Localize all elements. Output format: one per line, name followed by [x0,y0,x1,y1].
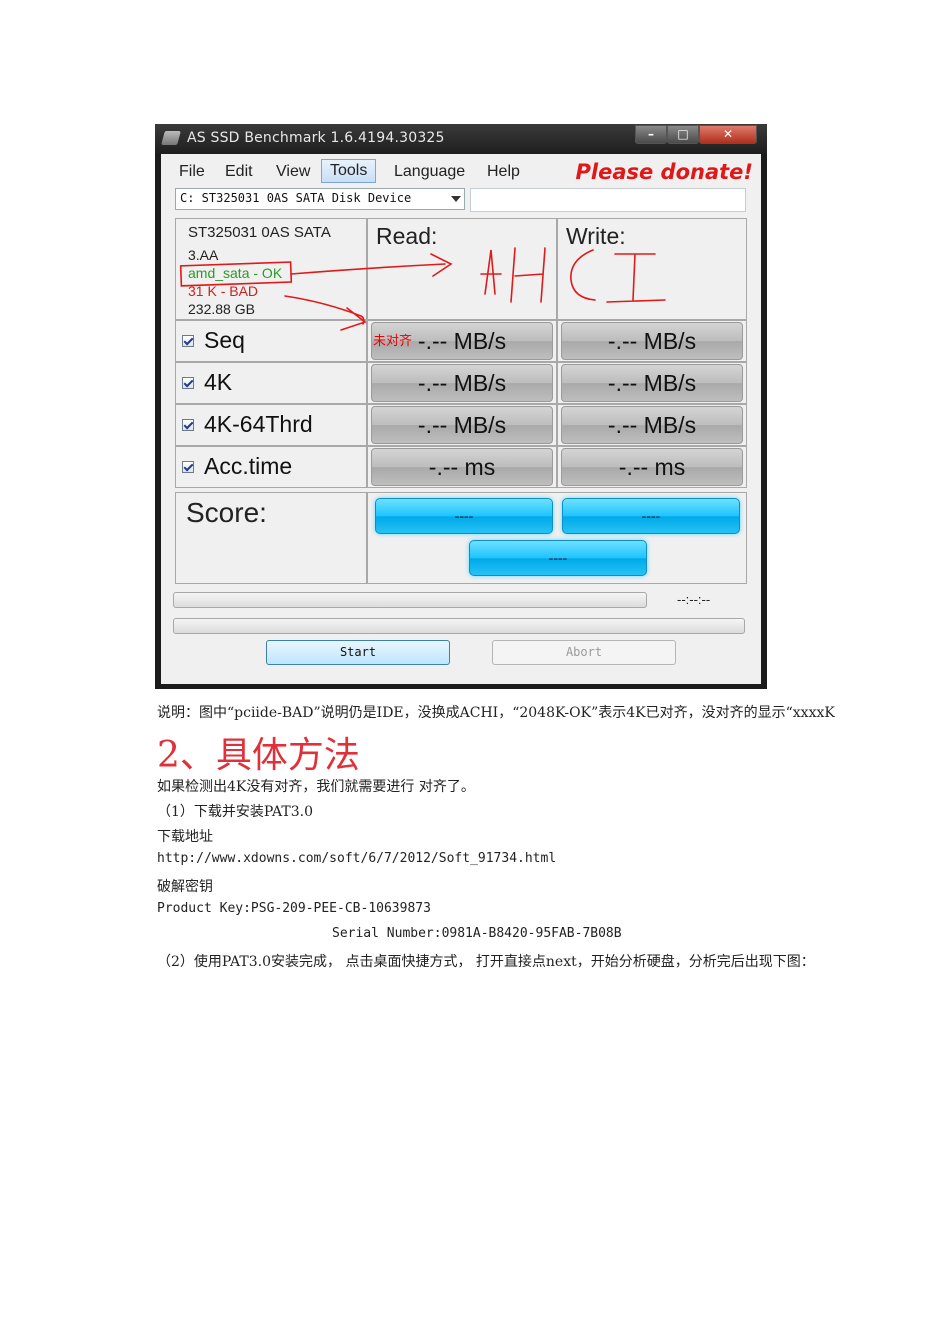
drive-select[interactable]: C: ST325031 0AS SATA Disk Device [175,188,465,210]
4k64-write-value: -.-- MB/s [561,406,743,444]
maximize-icon: □ [677,127,689,141]
arrow-head-2 [340,307,367,331]
score-write: ---- [562,498,740,534]
4k-checkbox[interactable] [182,377,194,389]
menu-language[interactable]: Language [386,161,473,183]
serial-number: Serial Number:0981A-B8420-95FAB-7B08B [332,926,622,941]
arrow-line-1 [290,263,446,275]
progress-bar-1 [173,592,647,608]
step-1: （1）下载并安装PAT3.0 [157,804,313,820]
letter-c [570,249,596,301]
step-2: （2）使用PAT3.0安装完成， 点击桌面快捷方式， 打开直接点next，开始分… [157,954,815,970]
row-acctime: Acc.time [175,446,367,488]
caption: 说明：图中“pciide-BAD”说明仍是IDE，没换成ACHI，“2048K-… [157,705,835,721]
abort-button[interactable]: Abort [492,640,676,665]
results-grid: ST325031 0AS SATA 3.AA amd_sata - OK 31 … [173,218,747,634]
acctime-read-value: -.-- ms [371,448,553,486]
row-4k64: 4K-64Thrd [175,404,367,446]
4k64-checkbox[interactable] [182,419,194,431]
minimize-button[interactable]: – [635,125,667,144]
app-icon [161,131,181,145]
menu-view[interactable]: View [268,161,318,183]
maximize-button[interactable]: □ [667,125,699,144]
download-label: 下载地址 [157,829,213,845]
4k-label: 4K [204,369,233,395]
download-link[interactable]: http://www.xdowns.com/soft/6/7/2012/Soft… [157,851,556,866]
window-title: AS SSD Benchmark 1.6.4194.30325 [187,130,445,146]
acctime-write-value: -.-- ms [561,448,743,486]
menu-file[interactable]: File [171,161,213,183]
score-label: Score: [186,497,267,528]
donate-link[interactable]: Please donate! [576,160,754,184]
menu-edit[interactable]: Edit [217,161,261,183]
row-4k: 4K [175,362,367,404]
close-button[interactable]: ✕ [699,125,757,144]
title-bar[interactable]: AS SSD Benchmark 1.6.4194.30325 – □ ✕ [155,124,767,154]
driver-circle [179,261,293,287]
4k-read-value: -.-- MB/s [371,364,553,402]
as-ssd-window: AS SSD Benchmark 1.6.4194.30325 – □ ✕ Fi… [155,124,767,689]
letter-a [480,249,502,295]
minimize-icon: – [648,127,654,141]
section-heading: 2、具体方法 [157,735,360,776]
menu-help[interactable]: Help [479,161,528,183]
arrow-line-2 [284,295,365,325]
handwritten-annotation [179,247,666,331]
product-key: Product Key:PSG-209-PEE-CB-10639873 [157,901,431,916]
crack-key-label: 破解密钥 [157,879,213,895]
window-client: File Edit View Tools Language Help Pleas… [161,154,761,684]
paragraph-1: 如果检测出4K没有对齐，我们就需要进行 对齐了。 [157,779,475,795]
letter-h [510,247,546,303]
secondary-field[interactable] [470,188,746,212]
start-button[interactable]: Start [266,640,450,665]
acctime-label: Acc.time [204,453,293,479]
close-icon: ✕ [722,127,734,141]
4k64-read-value: -.-- MB/s [371,406,553,444]
elapsed-time: --:--:-- [677,592,711,607]
acctime-checkbox[interactable] [182,461,194,473]
letter-i [606,253,666,303]
score-total: ---- [469,540,647,576]
drive-select-value: C: ST325031 0AS SATA Disk Device [180,191,412,205]
menu-bar: File Edit View Tools Language Help Pleas… [161,158,761,186]
chevron-down-icon [451,196,461,202]
progress-bar-2 [173,618,745,634]
score-read: ---- [375,498,553,534]
4k-write-value: -.-- MB/s [561,364,743,402]
score-label-panel: Score: [175,492,367,584]
4k64-label: 4K-64Thrd [204,411,313,437]
misaligned-note: 未对齐 [373,333,413,348]
menu-tools[interactable]: Tools [321,159,377,183]
